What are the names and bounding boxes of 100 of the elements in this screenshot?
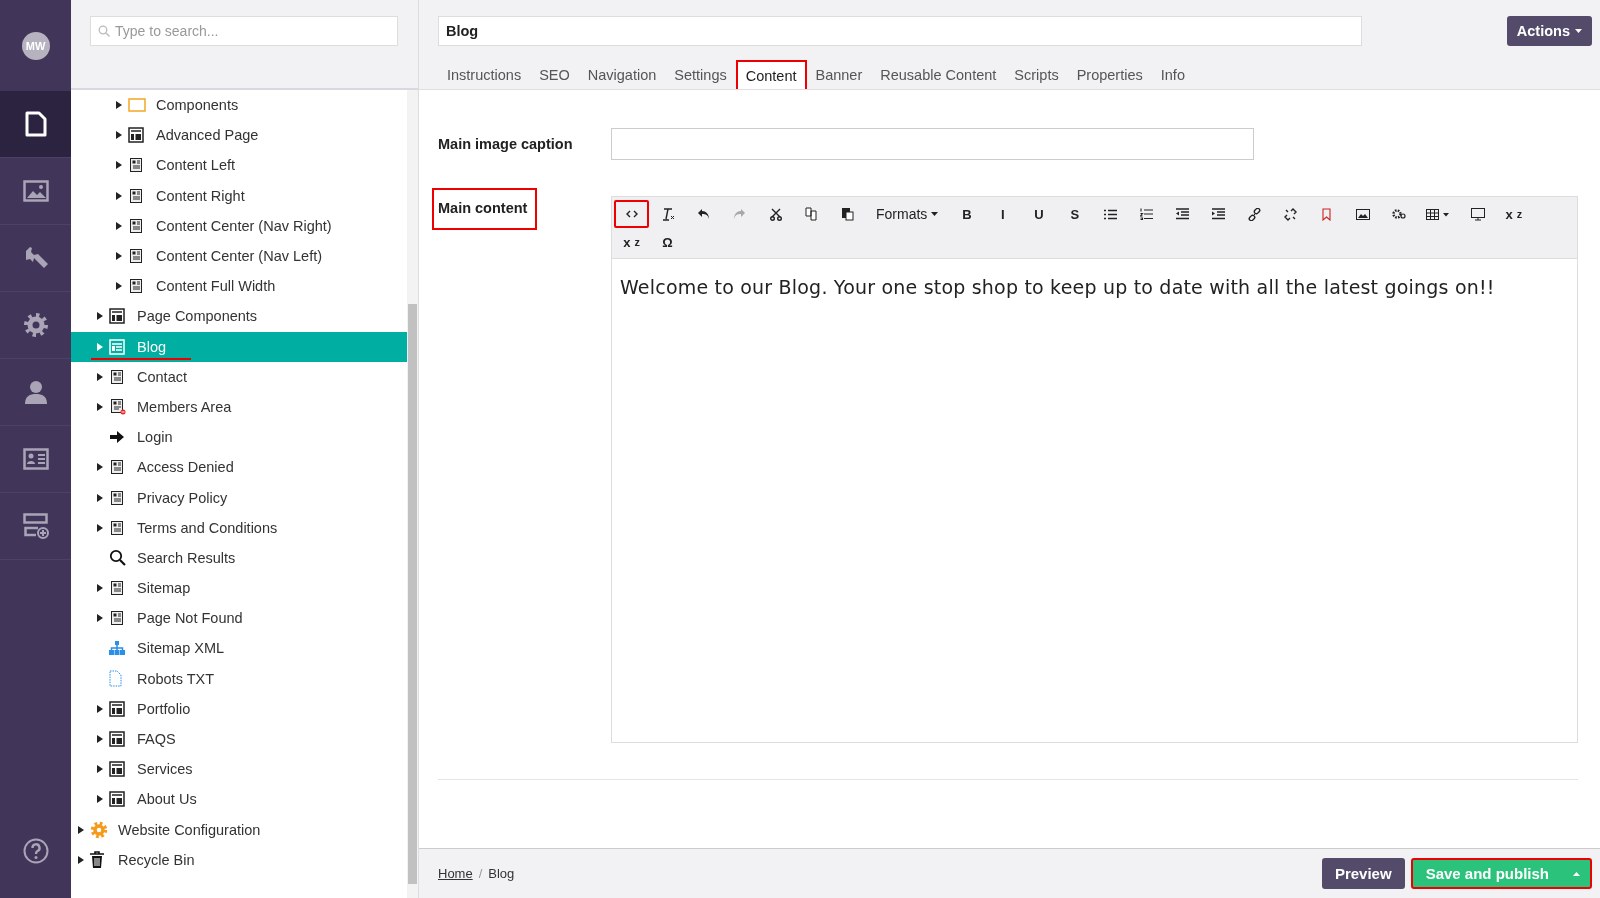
expand-caret-icon[interactable] (97, 523, 103, 532)
expand-caret-icon[interactable] (97, 765, 103, 774)
tree-item[interactable]: Page Not Found (71, 603, 407, 634)
field-label: Main content (432, 188, 538, 230)
tab[interactable]: Reusable Content (871, 60, 1006, 89)
tree-item-label: Content Left (156, 157, 235, 174)
tree-item[interactable]: Content Left (71, 150, 407, 181)
expand-caret-icon[interactable] (78, 825, 84, 834)
section-tab[interactable] (0, 91, 71, 158)
tab[interactable]: Navigation (578, 60, 666, 89)
tree-item-label: Sitemap (137, 580, 191, 597)
tree-item[interactable]: Contact (71, 361, 407, 392)
tree-item[interactable]: Website Configuration (71, 814, 407, 845)
tree-item[interactable]: FAQS (71, 723, 407, 755)
expand-caret-icon[interactable] (97, 584, 103, 593)
expand-caret-icon[interactable] (116, 161, 122, 170)
tree-item[interactable]: Content Center (Nav Left) (71, 240, 407, 272)
expand-caret-icon[interactable] (116, 191, 122, 200)
tree-item-label: Website Configuration (118, 821, 261, 838)
expand-caret-icon[interactable] (97, 795, 103, 804)
tree-item-label: Search Results (137, 549, 236, 566)
breadcrumb-link[interactable]: Home (438, 866, 473, 881)
tab[interactable]: Scripts (1005, 60, 1068, 89)
expand-caret-icon[interactable] (97, 493, 103, 502)
expand-caret-icon[interactable] (116, 252, 122, 261)
tree-item[interactable]: Content Right (71, 180, 407, 211)
tab[interactable]: Content (735, 60, 807, 89)
document-icon (109, 459, 125, 476)
tree-item-label: Page Components (137, 308, 258, 325)
layout-icon (128, 127, 144, 144)
expand-caret-icon[interactable] (97, 402, 103, 411)
tree-item-label: Sitemap XML (137, 640, 225, 657)
document-icon (109, 519, 125, 536)
tab[interactable]: Instructions (438, 60, 531, 89)
layout-icon (109, 791, 125, 808)
tab[interactable]: Properties (1067, 60, 1152, 89)
tree-item[interactable]: Access Denied (71, 452, 407, 483)
tree-item[interactable]: Members Area (71, 391, 407, 423)
tree-item[interactable]: Content Center (Nav Right) (71, 210, 407, 241)
link-icon (1248, 207, 1262, 221)
expand-caret-icon[interactable] (116, 101, 122, 110)
tree-item[interactable]: Robots TXT (71, 663, 407, 694)
document-icon (128, 217, 144, 234)
broken-link-icon (1284, 207, 1298, 221)
breadcrumb-separator: / (478, 866, 483, 881)
tree-item[interactable]: Login (71, 422, 407, 453)
editor-text[interactable]: Welcome to our Blog. Your one stop shop to keep up to date with all the latest goings on!! (612, 259, 1577, 742)
document-icon (128, 278, 144, 295)
redo-icon (733, 208, 746, 220)
expand-caret-icon[interactable] (78, 855, 84, 864)
expand-caret-icon[interactable] (97, 735, 103, 744)
id-card-icon (22, 448, 49, 470)
tree-item[interactable]: Content Full Width (71, 271, 407, 302)
expand-caret-icon[interactable] (116, 221, 122, 230)
expand-caret-icon[interactable] (116, 131, 122, 140)
code-icon (625, 210, 638, 218)
expand-caret-icon[interactable] (97, 463, 103, 472)
tab[interactable]: Banner (806, 60, 872, 89)
expand-caret-icon[interactable] (97, 312, 103, 321)
page-name-field[interactable]: Blog (438, 16, 1362, 46)
tree-item[interactable]: Components (71, 90, 407, 121)
tab[interactable]: Info (1151, 60, 1194, 89)
tree-item[interactable]: Sitemap XML (71, 633, 407, 664)
restricted-document-icon (109, 398, 127, 416)
text-field[interactable] (611, 128, 1254, 160)
copy-icon (805, 207, 818, 221)
tree-item[interactable]: Services (71, 754, 407, 785)
tree-item[interactable]: Sitemap (71, 573, 407, 604)
tree-item-label: Portfolio (137, 700, 191, 717)
tab[interactable]: Settings (665, 60, 736, 89)
outdent-icon (1176, 208, 1190, 220)
scissors-icon (769, 207, 782, 221)
tree-item[interactable]: Privacy Policy (71, 482, 407, 513)
tree-item-label: Blog (137, 338, 167, 355)
actions-button[interactable]: Actions (1506, 16, 1592, 46)
tree-item-label: Access Denied (137, 459, 234, 476)
document-icon (109, 489, 125, 506)
tab[interactable]: SEO (530, 60, 579, 89)
tree-item[interactable]: Portfolio (71, 693, 407, 724)
tree-item[interactable]: Advanced Page (71, 120, 407, 151)
caret-icon (1573, 871, 1580, 876)
help-icon[interactable] (22, 838, 49, 864)
tree-item[interactable]: About Us (71, 784, 407, 815)
tree-item[interactable]: Recycle Bin (71, 844, 407, 875)
sitemap-icon (109, 641, 125, 656)
preview-button[interactable]: Preview (1321, 858, 1405, 889)
image-icon (1355, 208, 1370, 220)
expand-caret-icon[interactable] (97, 704, 103, 713)
tree-item-label: Recycle Bin (118, 851, 195, 868)
tree-item[interactable]: Terms and Conditions (71, 512, 407, 543)
tree-item-label: Terms and Conditions (137, 519, 278, 536)
expand-caret-icon[interactable] (116, 282, 122, 291)
expand-caret-icon[interactable] (97, 372, 103, 381)
search-field[interactable]: Type to search... (90, 16, 398, 46)
clear-formatting-icon (660, 207, 675, 221)
expand-caret-icon[interactable] (97, 614, 103, 623)
tree-item[interactable]: Search Results (71, 542, 407, 573)
tree-item[interactable]: Page Components (71, 301, 407, 332)
scrollbar[interactable] (407, 90, 418, 898)
paste-icon (841, 207, 854, 221)
